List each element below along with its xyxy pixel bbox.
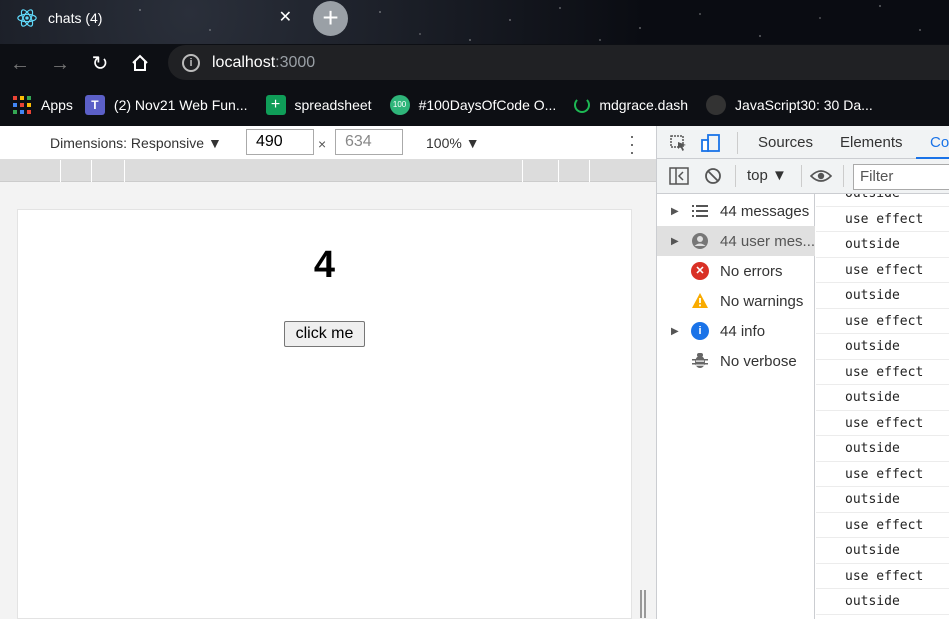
list-icon	[692, 205, 708, 217]
click-me-button[interactable]: click me	[284, 321, 365, 347]
sidebar-item-warnings[interactable]: ▶ No warnings	[657, 286, 815, 316]
bookmark-100days[interactable]: 100 #100DaysOfCode O...	[389, 95, 557, 115]
console-log-list: outside use effect outside use effect ou…	[816, 194, 949, 619]
zoom-dropdown[interactable]: 100% ▼	[426, 135, 480, 151]
apps-grid-icon	[13, 96, 31, 114]
device-toolbar: Dimensions: Responsive ▼ 490 × 634 100% …	[0, 126, 656, 161]
eye-icon[interactable]	[810, 168, 832, 184]
url-host: localhost	[212, 53, 276, 71]
log-row: use effect	[816, 411, 949, 436]
log-row: outside	[816, 232, 949, 258]
browser-tabstrip: chats (4) ✕ +	[0, 0, 949, 44]
bookmark-label: JavaScript30: 30 Da...	[735, 97, 873, 113]
expand-triangle-icon[interactable]: ▶	[671, 236, 685, 247]
log-row: use effect	[816, 309, 949, 334]
viewport-resize-handle[interactable]	[640, 590, 646, 618]
log-row: use effect	[816, 513, 949, 538]
inspect-element-icon[interactable]	[669, 134, 689, 152]
browser-tab[interactable]: chats (4) ✕	[10, 4, 300, 32]
info-icon: i	[691, 322, 709, 340]
sidebar-item-label: No errors	[720, 262, 783, 280]
devtools-tabbar: Sources Elements Co	[657, 126, 949, 159]
expand-triangle-icon[interactable]: ▶	[671, 206, 685, 217]
bookmark-label: #100DaysOfCode O...	[418, 97, 557, 113]
counter-heading: 4	[313, 244, 336, 286]
emulated-page: 4 click me	[17, 209, 632, 619]
bookmark-label: Apps	[41, 97, 73, 113]
height-input[interactable]: 634	[335, 129, 403, 155]
github-icon	[706, 95, 727, 115]
sidebar-item-label: 44 user mes...	[720, 232, 816, 250]
browser-toolbar: ← → ↻ i localhost:3000	[0, 44, 949, 84]
console-sidebar: ▶ 44 messages ▶ 44 user mes... ▶ ✕ No er…	[657, 194, 815, 619]
back-arrow-icon[interactable]: ←	[6, 50, 34, 78]
log-row: outside	[816, 385, 949, 411]
log-row: outside	[816, 194, 949, 207]
more-options-icon[interactable]: · · ·	[628, 127, 636, 161]
bookmark-apps[interactable]: Apps	[12, 95, 73, 115]
dimensions-dropdown[interactable]: Dimensions: Responsive ▼	[50, 135, 222, 151]
log-row: outside	[816, 538, 949, 564]
hundred-days-icon: 100	[389, 95, 410, 115]
log-row: use effect	[816, 462, 949, 487]
bookmark-label: spreadsheet	[294, 97, 372, 113]
media-query-ruler	[0, 160, 656, 182]
teams-icon: T	[84, 95, 105, 115]
bug-icon	[692, 353, 708, 368]
sidebar-item-user-messages[interactable]: ▶ 44 user mes...	[657, 226, 815, 256]
log-row: use effect	[816, 258, 949, 283]
bookmark-label: mdgrace.dash	[599, 97, 689, 113]
close-tab-icon[interactable]: ✕	[279, 7, 292, 27]
react-logo-icon	[17, 9, 37, 27]
tab-elements[interactable]: Elements	[840, 134, 903, 151]
sidebar-item-label: 44 messages	[720, 202, 810, 220]
sidebar-toggle-icon[interactable]	[669, 167, 689, 185]
user-icon	[692, 233, 708, 249]
filter-input[interactable]: Filter	[853, 164, 949, 190]
home-icon[interactable]	[130, 53, 150, 73]
bookmark-spreadsheet[interactable]: + spreadsheet	[265, 95, 372, 115]
log-row: use effect	[816, 207, 949, 232]
bookmarks-bar: Apps T (2) Nov21 Web Fun... + spreadshee…	[0, 84, 949, 126]
reload-icon[interactable]: ↻	[86, 50, 114, 78]
bookmark-teams[interactable]: T (2) Nov21 Web Fun...	[84, 95, 248, 115]
clear-console-icon[interactable]	[704, 167, 722, 185]
error-icon: ✕	[691, 262, 709, 280]
times-sign: ×	[318, 136, 327, 152]
sidebar-item-label: 44 info	[720, 322, 766, 340]
bookmark-dash[interactable]: mdgrace.dash	[574, 97, 688, 113]
tab-title: chats (4)	[48, 10, 103, 26]
context-selector[interactable]: top ▼	[747, 167, 787, 184]
sidebar-item-label: No warnings	[720, 292, 804, 310]
sheets-icon: +	[265, 95, 286, 115]
forward-arrow-icon[interactable]: →	[46, 50, 74, 78]
new-tab-button[interactable]: +	[313, 1, 348, 36]
warning-icon	[692, 293, 708, 308]
log-row: outside	[816, 589, 949, 615]
url-port: :3000	[275, 53, 316, 71]
devtools-panel: Sources Elements Co top ▼ Filter ▶ 44 me…	[656, 126, 949, 619]
sidebar-item-label: No verbose	[720, 352, 797, 370]
tab-sources[interactable]: Sources	[758, 134, 813, 151]
device-toggle-icon[interactable]	[701, 134, 721, 152]
bookmark-javascript30[interactable]: JavaScript30: 30 Da...	[706, 95, 873, 115]
site-info-icon[interactable]: i	[182, 53, 200, 72]
log-row: use effect	[816, 360, 949, 385]
width-input[interactable]: 490	[246, 129, 314, 155]
expand-triangle-icon[interactable]: ▶	[671, 326, 685, 337]
log-row: outside	[816, 487, 949, 513]
log-row: use effect	[816, 564, 949, 589]
log-row: outside	[816, 436, 949, 462]
log-row: outside	[816, 334, 949, 360]
sidebar-item-messages[interactable]: ▶ 44 messages	[657, 196, 815, 226]
log-row: outside	[816, 283, 949, 309]
tab-console[interactable]: Co	[916, 134, 949, 159]
sidebar-item-verbose[interactable]: ▶ No verbose	[657, 346, 815, 376]
loading-icon	[574, 97, 591, 113]
address-bar[interactable]: i localhost:3000	[168, 45, 949, 80]
console-toolbar: top ▼ Filter	[657, 159, 949, 194]
sidebar-item-errors[interactable]: ▶ ✕ No errors	[657, 256, 815, 286]
bookmark-label: (2) Nov21 Web Fun...	[113, 97, 248, 113]
sidebar-item-info[interactable]: ▶ i 44 info	[657, 316, 815, 346]
